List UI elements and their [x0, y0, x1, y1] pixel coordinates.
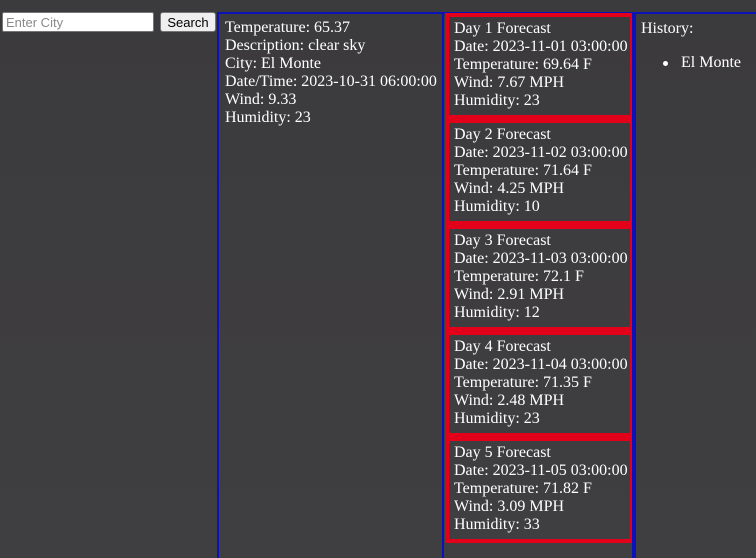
forecast-panel: Day 1 Forecast Date: 2023-11-01 03:00:00…: [442, 12, 636, 558]
history-panel: History: El Monte: [632, 12, 756, 558]
forecast-humidity: Humidity: 10: [454, 198, 540, 215]
current-weather-panel: Temperature: 65.37 Description: clear sk…: [217, 12, 444, 558]
forecast-card-day-5: Day 5 Forecast Date: 2023-11-05 03:00:00…: [445, 437, 634, 543]
forecast-wind: Wind: 4.25 MPH: [454, 180, 565, 197]
forecast-wind: Wind: 2.91 MPH: [454, 286, 565, 303]
history-heading: History:: [641, 20, 694, 37]
bullet-icon: [663, 61, 668, 66]
forecast-wind: Wind: 7.67 MPH: [454, 74, 565, 91]
forecast-date: Date: 2023-11-03 03:00:00: [454, 250, 628, 267]
forecast-temperature: Temperature: 69.64 F: [454, 56, 592, 73]
forecast-wind: Wind: 3.09 MPH: [454, 498, 565, 515]
history-item-label: El Monte: [681, 54, 741, 71]
forecast-title: Day 3 Forecast: [454, 232, 551, 249]
forecast-date: Date: 2023-11-05 03:00:00: [454, 462, 628, 479]
forecast-humidity: Humidity: 33: [454, 516, 540, 533]
forecast-card-day-3: Day 3 Forecast Date: 2023-11-03 03:00:00…: [445, 225, 634, 331]
forecast-humidity: Humidity: 23: [454, 410, 540, 427]
city-search-input[interactable]: [2, 12, 154, 32]
forecast-humidity: Humidity: 23: [454, 92, 540, 109]
current-city: City: El Monte: [225, 55, 321, 72]
forecast-wind: Wind: 2.48 MPH: [454, 392, 565, 409]
current-temperature: Temperature: 65.37: [225, 19, 351, 36]
forecast-card-day-2: Day 2 Forecast Date: 2023-11-02 03:00:00…: [445, 119, 634, 225]
search-bar: Search: [2, 12, 216, 34]
forecast-date: Date: 2023-11-02 03:00:00: [454, 144, 628, 161]
forecast-temperature: Temperature: 72.1 F: [454, 268, 584, 285]
forecast-humidity: Humidity: 12: [454, 304, 540, 321]
forecast-date: Date: 2023-11-01 03:00:00: [454, 38, 628, 55]
forecast-title: Day 4 Forecast: [454, 338, 551, 355]
forecast-title: Day 1 Forecast: [454, 20, 551, 37]
current-wind: Wind: 9.33: [225, 91, 297, 108]
forecast-title: Day 5 Forecast: [454, 444, 551, 461]
search-button[interactable]: Search: [160, 12, 216, 32]
forecast-temperature: Temperature: 71.35 F: [454, 374, 592, 391]
forecast-card-day-1: Day 1 Forecast Date: 2023-11-01 03:00:00…: [445, 13, 634, 119]
forecast-date: Date: 2023-11-04 03:00:00: [454, 356, 628, 373]
forecast-card-day-4: Day 4 Forecast Date: 2023-11-04 03:00:00…: [445, 331, 634, 437]
forecast-temperature: Temperature: 71.82 F: [454, 480, 592, 497]
current-datetime: Date/Time: 2023-10-31 06:00:00: [225, 73, 437, 90]
history-list: El Monte: [641, 54, 756, 72]
forecast-temperature: Temperature: 71.64 F: [454, 162, 592, 179]
current-description: Description: clear sky: [225, 37, 366, 54]
history-item-el-monte[interactable]: El Monte: [663, 54, 756, 72]
forecast-title: Day 2 Forecast: [454, 126, 551, 143]
current-humidity: Humidity: 23: [225, 109, 311, 126]
